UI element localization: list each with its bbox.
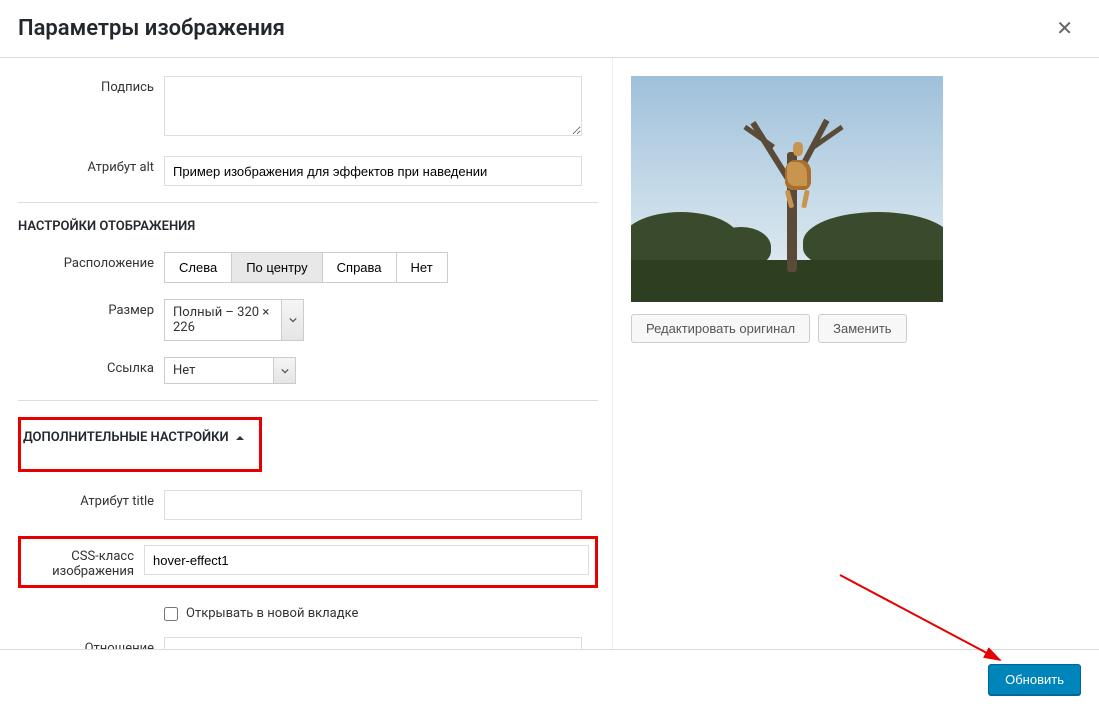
title-attr-input[interactable]: [164, 490, 582, 520]
caption-label: Подпись: [18, 76, 164, 95]
relation-label: Отношение: [18, 637, 164, 649]
divider: [18, 400, 598, 401]
link-label: Ссылка: [18, 357, 164, 376]
replace-button[interactable]: Заменить: [818, 314, 906, 343]
align-left-button[interactable]: Слева: [164, 252, 232, 283]
close-button[interactable]: ✕: [1048, 12, 1081, 45]
close-icon: ✕: [1056, 18, 1073, 40]
align-center-button[interactable]: По центру: [231, 252, 322, 283]
chevron-up-icon: [235, 433, 245, 443]
advanced-section-title: ДОПОЛНИТЕЛЬНЫЕ НАСТРОЙКИ: [23, 430, 229, 445]
align-label: Расположение: [18, 252, 164, 271]
relation-input[interactable]: [164, 637, 582, 649]
update-button[interactable]: Обновить: [988, 664, 1081, 695]
css-class-img-input[interactable]: [144, 545, 589, 575]
align-none-button[interactable]: Нет: [396, 252, 448, 283]
preview-panel: Редактировать оригинал Заменить: [612, 58, 1099, 649]
settings-panel: Подпись Атрибут alt НАСТРОЙКИ ОТОБРАЖЕНИ…: [0, 58, 612, 649]
display-section-title: НАСТРОЙКИ ОТОБРАЖЕНИЯ: [18, 219, 598, 234]
title-attr-label: Атрибут title: [18, 490, 164, 509]
caption-input[interactable]: [164, 76, 582, 136]
align-group: Слева По центру Справа Нет: [164, 252, 598, 283]
chevron-down-icon: [281, 367, 289, 375]
alt-input[interactable]: [164, 156, 582, 186]
highlight-advanced-title: ДОПОЛНИТЕЛЬНЫЕ НАСТРОЙКИ: [18, 417, 262, 472]
chevron-down-icon: [289, 316, 297, 324]
open-new-tab-label: Открывать в новой вкладке: [186, 606, 358, 621]
advanced-section-toggle[interactable]: ДОПОЛНИТЕЛЬНЫЕ НАСТРОЙКИ: [23, 430, 245, 445]
image-preview: [631, 76, 943, 302]
dialog-footer: Обновить: [0, 649, 1099, 709]
size-select[interactable]: Полный – 320 × 226: [164, 299, 282, 341]
divider: [18, 202, 598, 203]
open-new-tab-checkbox[interactable]: [164, 607, 178, 621]
dialog-header: Параметры изображения ✕: [0, 0, 1099, 58]
align-right-button[interactable]: Справа: [322, 252, 397, 283]
alt-label: Атрибут alt: [18, 156, 164, 175]
link-select[interactable]: Нет: [164, 357, 274, 384]
highlight-css-class: CSS-класс изображения: [18, 536, 598, 588]
css-class-img-label: CSS-класс изображения: [23, 545, 144, 579]
size-label: Размер: [18, 299, 164, 318]
link-dropdown-button[interactable]: [274, 357, 296, 384]
size-dropdown-button[interactable]: [282, 299, 304, 341]
edit-original-button[interactable]: Редактировать оригинал: [631, 314, 810, 343]
dialog-title: Параметры изображения: [18, 16, 285, 41]
